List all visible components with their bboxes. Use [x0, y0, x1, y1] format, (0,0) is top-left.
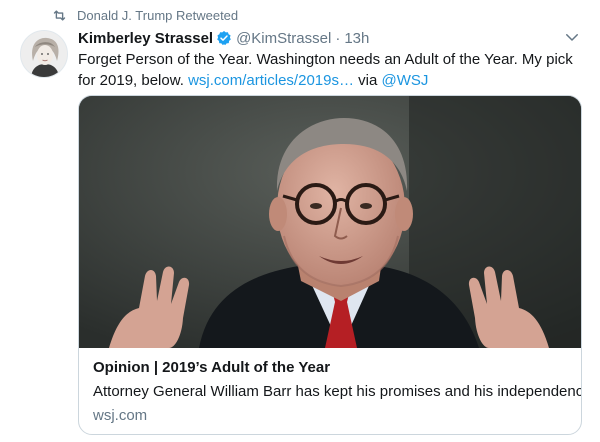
tweet-timestamp[interactable]: 13h — [344, 30, 369, 47]
retweet-context: Donald J. Trump Retweeted — [52, 6, 238, 24]
retweet-context-text[interactable]: Donald J. Trump Retweeted — [77, 8, 238, 23]
tweet-header: Kimberley Strassel @KimStrassel · 13h — [78, 28, 583, 48]
retweet-icon — [53, 9, 66, 21]
author-display-name[interactable]: Kimberley Strassel — [78, 30, 213, 47]
tweet[interactable]: Donald J. Trump Retweeted Kimberley Stra… — [0, 0, 600, 442]
mention-link[interactable]: @WSJ — [381, 72, 428, 89]
verified-badge-icon — [217, 31, 231, 46]
author-handle[interactable]: @KimStrassel — [236, 30, 331, 47]
separator-dot: · — [335, 29, 341, 47]
avatar-image — [21, 31, 67, 77]
chevron-down-icon[interactable] — [563, 28, 581, 46]
avatar[interactable] — [20, 30, 68, 78]
card-body: Opinion | 2019’s Adult of the Year Attor… — [79, 359, 581, 425]
card-title[interactable]: Opinion | 2019’s Adult of the Year — [93, 359, 567, 377]
card-image[interactable] — [79, 96, 581, 348]
tweet-text: Forget Person of the Year. Washington ne… — [78, 49, 573, 91]
card-photo — [79, 96, 581, 348]
article-link[interactable]: wsj.com/articles/2019s… — [188, 72, 354, 89]
card-description: Attorney General William Barr has kept h… — [93, 383, 582, 400]
card-domain-text: wsj.com — [93, 407, 148, 424]
card-domain: wsj.com — [93, 407, 567, 425]
via-text: via — [353, 72, 382, 89]
link-preview-card[interactable]: Opinion | 2019’s Adult of the Year Attor… — [78, 95, 582, 435]
tweet-content: Kimberley Strassel @KimStrassel · 13h Fo… — [78, 28, 583, 435]
